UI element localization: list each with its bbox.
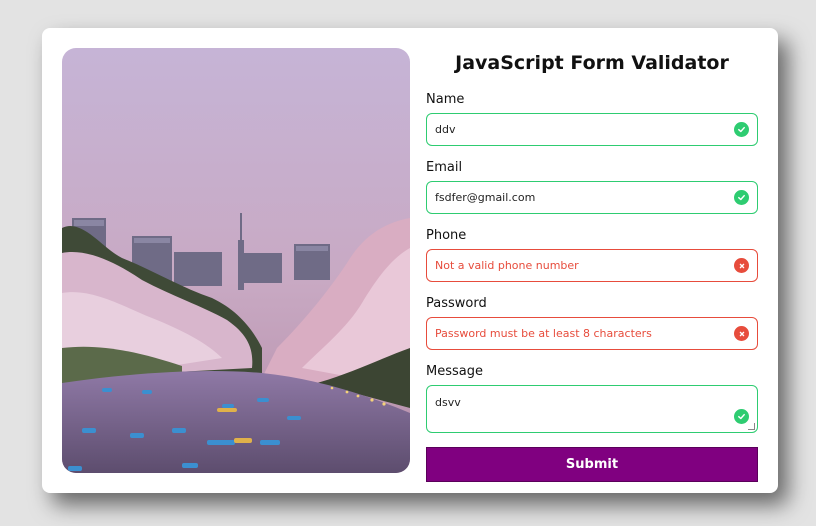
name-input-box (426, 113, 758, 146)
check-circle-icon (734, 122, 749, 137)
form-card: JavaScript Form Validator Name Email (42, 28, 778, 493)
email-input-box (426, 181, 758, 214)
validator-form: JavaScript Form Validator Name Email (426, 48, 758, 482)
message-textarea[interactable]: dsvv (427, 386, 757, 432)
password-field-group: Password (426, 295, 758, 350)
phone-input[interactable] (427, 250, 757, 281)
x-circle-icon (734, 326, 749, 341)
password-label: Password (426, 296, 487, 311)
name-label: Name (426, 92, 465, 107)
x-circle-icon (734, 258, 749, 273)
name-input[interactable] (427, 114, 757, 145)
check-circle-icon (734, 409, 749, 424)
submit-button[interactable]: Submit (426, 447, 758, 482)
phone-label: Phone (426, 228, 467, 243)
phone-input-box (426, 249, 758, 282)
name-field-group: Name (426, 91, 758, 146)
email-field-group: Email (426, 159, 758, 214)
message-field-group: Message dsvv (426, 363, 758, 433)
email-label: Email (426, 160, 463, 175)
phone-field-group: Phone (426, 227, 758, 282)
cherry-blossom-city-image (62, 48, 410, 473)
password-input[interactable] (427, 318, 757, 349)
message-label: Message (426, 364, 483, 379)
password-input-box (426, 317, 758, 350)
message-input-box: dsvv (426, 385, 758, 433)
check-circle-icon (734, 190, 749, 205)
email-input[interactable] (427, 182, 757, 213)
form-title: JavaScript Form Validator (455, 52, 729, 74)
resize-handle[interactable] (748, 423, 755, 430)
